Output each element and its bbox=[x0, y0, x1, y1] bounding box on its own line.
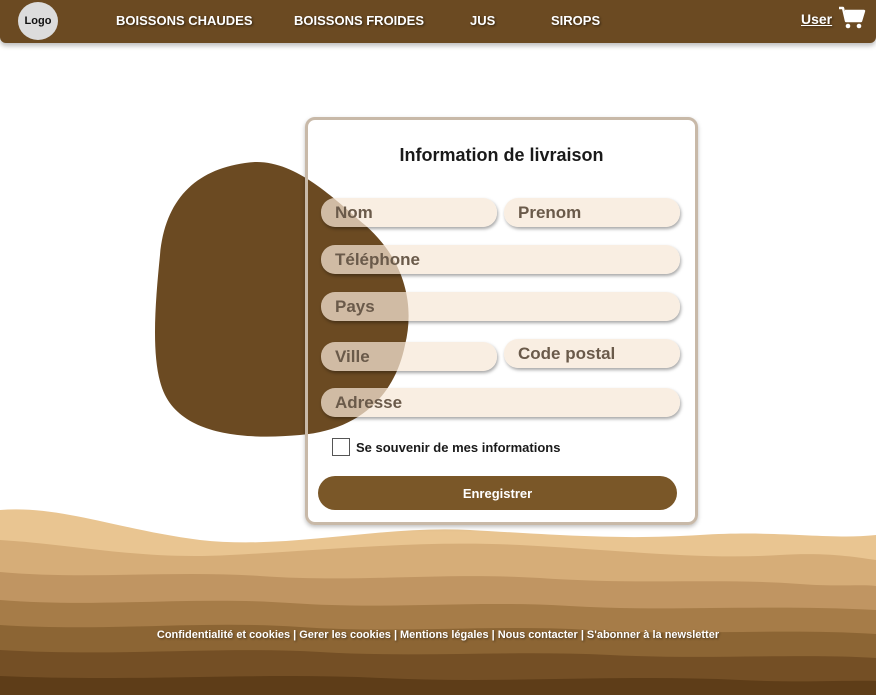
remember-checkbox[interactable] bbox=[332, 438, 350, 456]
telephone-field[interactable] bbox=[321, 245, 680, 274]
ville-field[interactable] bbox=[321, 342, 497, 371]
form-title: Information de livraison bbox=[399, 145, 604, 165]
nav-link-jus[interactable]: JUS bbox=[470, 13, 495, 28]
pays-field[interactable] bbox=[321, 292, 680, 321]
nom-input[interactable] bbox=[321, 198, 497, 227]
footer-separator: | bbox=[491, 629, 495, 641]
code-postal-input[interactable] bbox=[504, 339, 680, 368]
delivery-form-card bbox=[305, 117, 698, 525]
page: Logo BOISSONS CHAUDES BOISSONS FROIDES J… bbox=[0, 0, 876, 695]
user-link[interactable]: User bbox=[801, 11, 832, 27]
footer-separator: | bbox=[293, 629, 297, 641]
pays-input[interactable] bbox=[321, 292, 680, 321]
footer-links: Confidentialité et cookies | Gerer les coo… bbox=[0, 629, 876, 641]
code-postal-field[interactable] bbox=[504, 339, 680, 368]
footer-link-gerer-cookies[interactable]: Gerer les cookies bbox=[299, 629, 391, 641]
remember-row: Se souvenir de mes informations bbox=[332, 437, 560, 457]
footer-separator: | bbox=[393, 629, 398, 641]
prenom-input[interactable] bbox=[504, 198, 680, 227]
nav-link-boissons-chaudes[interactable]: BOISSONS CHAUDES bbox=[116, 13, 253, 28]
logo[interactable]: Logo bbox=[18, 2, 58, 40]
footer-separator: | bbox=[580, 629, 584, 641]
adresse-field[interactable] bbox=[321, 388, 680, 417]
nav-link-boissons-froides[interactable]: BOISSONS FROIDES bbox=[294, 13, 424, 28]
shopping-cart-icon[interactable] bbox=[838, 6, 866, 30]
footer-link-confidentialite[interactable]: Confidentialité et cookies bbox=[157, 629, 290, 641]
prenom-field[interactable] bbox=[504, 198, 680, 227]
footer-link-mentions-legales[interactable]: Mentions légales bbox=[400, 629, 489, 641]
ville-input[interactable] bbox=[321, 342, 497, 371]
remember-label: Se souvenir de mes informations bbox=[356, 439, 561, 455]
footer-link-nous-contacter[interactable]: Nous contacter bbox=[498, 629, 578, 641]
telephone-input[interactable] bbox=[321, 245, 680, 274]
adresse-input[interactable] bbox=[321, 388, 680, 417]
navbar: Logo BOISSONS CHAUDES BOISSONS FROIDES J… bbox=[0, 0, 876, 43]
footer-waves bbox=[0, 509, 876, 695]
footer-link-newsletter[interactable]: S'abonner à la newsletter bbox=[587, 629, 719, 641]
nav-link-sirops[interactable]: SIROPS bbox=[551, 13, 600, 28]
nom-field[interactable] bbox=[321, 198, 497, 227]
submit-button[interactable]: Enregistrer bbox=[318, 476, 677, 510]
